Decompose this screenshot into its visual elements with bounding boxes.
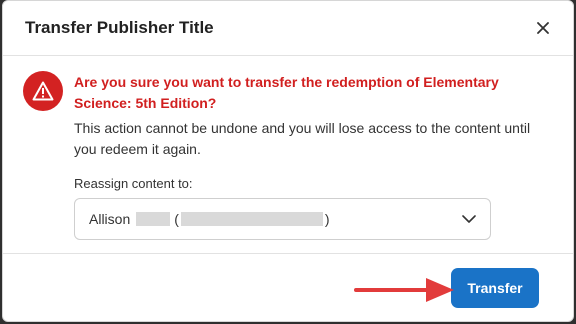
paren-close: ) <box>324 211 330 227</box>
annotation-arrow <box>354 278 454 302</box>
warning-headline: Are you sure you want to transfer the re… <box>74 74 499 111</box>
dialog-header: Transfer Publisher Title <box>3 1 573 56</box>
selected-user: Allison ( ) <box>89 211 330 227</box>
dialog-body: Are you sure you want to transfer the re… <box>3 56 573 254</box>
reassign-label: Reassign content to: <box>74 176 193 191</box>
confirmation-message: Are you sure you want to transfer the re… <box>74 72 544 160</box>
chevron-down-icon <box>462 215 476 223</box>
paren-open: ( <box>174 211 179 227</box>
transfer-button[interactable]: Transfer <box>451 268 539 308</box>
transfer-dialog: Transfer Publisher Title Are you sure yo… <box>2 0 574 322</box>
warning-icon <box>23 71 63 111</box>
reassign-select[interactable]: Allison ( ) <box>74 198 491 240</box>
dialog-footer: Transfer <box>3 254 573 321</box>
close-button[interactable] <box>533 18 553 38</box>
warning-description: This action cannot be undone and you wil… <box>74 120 531 157</box>
redacted-last-name <box>136 212 171 226</box>
close-icon <box>537 22 549 34</box>
redacted-email <box>180 212 323 226</box>
selected-user-first-name: Allison <box>89 211 131 227</box>
dialog-title: Transfer Publisher Title <box>25 18 214 37</box>
